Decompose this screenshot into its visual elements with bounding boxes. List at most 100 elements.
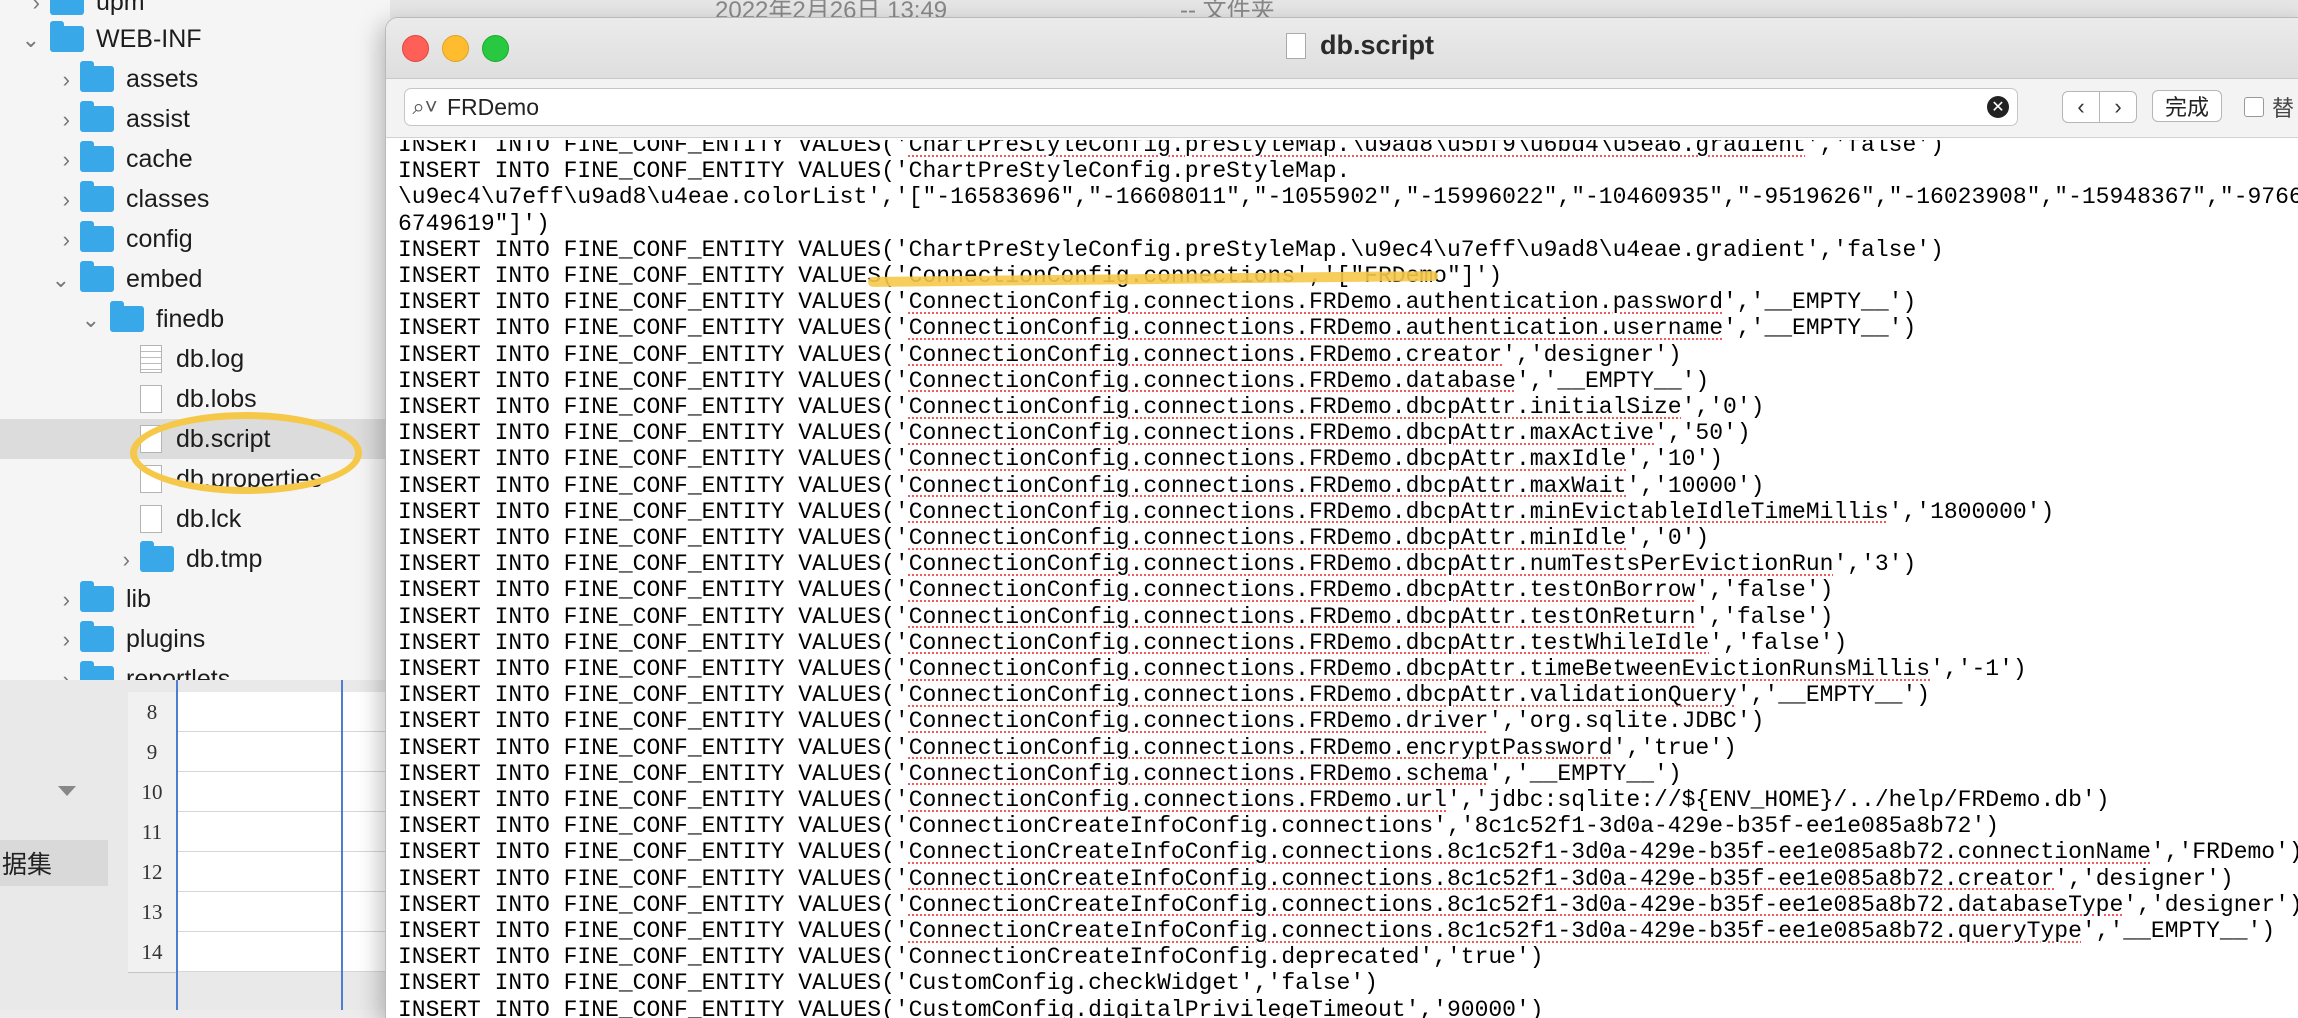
sheet-cell[interactable] (177, 812, 390, 852)
code-segment-sq: ConnectionConfig.connections.FRDemo.auth… (908, 289, 1724, 316)
code-segment-sq: ConnectionConfig.connections.FRDemo.dbcp… (908, 525, 1627, 551)
folder-icon (80, 221, 114, 252)
code-segment-sq: ChartPreStyleConfig.preStyleMap.\u9ad8\u… (908, 140, 1806, 158)
code-segment-post: ','10') (1626, 446, 1724, 473)
code-line: INSERT INTO FINE_CONF_ENTITY VALUES('Con… (398, 892, 2298, 918)
sheet-row-header[interactable]: 13 (128, 892, 177, 933)
find-next-button[interactable]: › (2099, 92, 2136, 122)
find-navigation: ‹ › (2062, 91, 2137, 123)
sheet-cell[interactable] (177, 772, 390, 812)
sheet-row-header[interactable]: 8 (128, 692, 177, 733)
disclosure-open-icon[interactable]: ⌄ (22, 27, 40, 52)
code-segment-pre: INSERT INTO FINE_CONF_ENTITY VALUES('Cus… (398, 970, 1378, 997)
sheet-row-header[interactable]: 9 (128, 732, 177, 773)
code-segment-post: ','false') (1709, 629, 1848, 656)
code-segment-sq: ConnectionConfig.connections.FRDemo.dbcp… (908, 551, 1834, 578)
finder-row-label: config (126, 224, 193, 253)
disclosure-closed-icon[interactable]: › (63, 587, 70, 612)
code-segment-pre: INSERT INTO FINE_CONF_ENTITY VALUES(' (398, 682, 909, 709)
code-segment-pre: INSERT INTO FINE_CONF_ENTITY VALUES(' (398, 787, 909, 813)
folder-icon (140, 541, 174, 572)
disclosure-closed-icon[interactable]: › (123, 547, 130, 572)
code-segment-post: ','false') (1805, 140, 1944, 158)
finder-row[interactable]: › config (0, 219, 390, 259)
code-line: INSERT INTO FINE_CONF_ENTITY VALUES('Con… (398, 604, 1833, 630)
sheet-row-header[interactable]: 11 (128, 812, 177, 853)
replace-checkbox[interactable] (2244, 97, 2264, 117)
finder-row[interactable]: db.lck (0, 499, 390, 539)
code-segment-pre: INSERT INTO FINE_CONF_ENTITY VALUES(' (398, 603, 909, 630)
zoom-window-button[interactable] (482, 35, 509, 62)
code-segment-post: ','__EMPTY__') (1516, 367, 1710, 394)
sheet-cell[interactable] (177, 732, 390, 772)
sheet-cell[interactable] (177, 692, 390, 732)
sheet-cell[interactable] (177, 852, 390, 892)
finder-row[interactable]: ⌄ finedb (0, 299, 390, 339)
finder-row[interactable]: ⌄ WEB-INF (0, 19, 390, 59)
disclosure-closed-icon[interactable]: › (63, 147, 70, 172)
find-previous-button[interactable]: ‹ (2063, 92, 2099, 122)
sheet-row-header[interactable]: 10 (128, 772, 177, 813)
code-segment-post: ','3') (1833, 551, 1917, 578)
code-segment-sq: ConnectionConfig.connections.FRDemo.dbcp… (908, 656, 1931, 682)
finder-row[interactable]: › classes (0, 179, 390, 219)
document-icon (140, 345, 162, 373)
disclosure-closed-icon[interactable]: › (63, 67, 70, 92)
finder-row-label: db.tmp (186, 544, 263, 573)
folder-icon (80, 661, 114, 680)
find-field[interactable]: ⌕˅ ✕ (404, 88, 2018, 126)
code-segment-sq: ConnectionConfig.connections.FRDemo.sche… (908, 760, 1489, 787)
code-segment-sq: ConnectionConfig.connections.FRDemo.dbcp… (908, 420, 1655, 447)
finder-row[interactable]: › plugins (0, 619, 390, 659)
code-line: INSERT INTO FINE_CONF_ENTITY VALUES('Con… (398, 525, 1709, 551)
disclosure-closed-icon[interactable]: › (63, 667, 70, 681)
finder-row[interactable]: db.log (0, 339, 390, 379)
finder-row[interactable]: › lib (0, 579, 390, 619)
highlight-ellipse-annotation (130, 412, 362, 494)
folder-icon (50, 0, 84, 15)
sheet-row-header[interactable]: 14 (128, 932, 177, 973)
code-line: INSERT INTO FINE_CONF_ENTITY VALUES('Con… (398, 577, 1833, 603)
find-input[interactable] (445, 92, 1987, 122)
code-segment-pre: 6749619"]') (398, 210, 550, 237)
disclosure-closed-icon[interactable]: › (63, 627, 70, 652)
disclosure-closed-icon[interactable]: › (63, 107, 70, 132)
finder-row-label: db.lck (176, 504, 242, 533)
code-segment-sq: ConnectionConfig.connections.FRDemo.auth… (908, 315, 1724, 342)
finder-row[interactable]: › assets (0, 59, 390, 99)
code-segment-pre: INSERT INTO FINE_CONF_ENTITY VALUES(' (398, 289, 909, 316)
code-segment-sq: ConnectionCreateInfoConfig.connections.8… (908, 865, 2055, 892)
code-segment-post: ','jdbc:sqlite://${ENV_HOME}/../help/FRD… (1446, 787, 2110, 813)
finder-row[interactable]: › db.tmp (0, 539, 390, 579)
finder-row-label: upm (96, 0, 145, 16)
finder-row-label: assets (126, 64, 199, 93)
close-window-button[interactable] (402, 35, 429, 62)
sheet-cell[interactable] (177, 932, 390, 972)
sheet-column-divider (176, 680, 178, 1010)
disclosure-closed-icon[interactable]: › (63, 227, 70, 252)
finder-row[interactable]: ⌄ embed (0, 259, 390, 299)
finder-row[interactable]: › assist (0, 99, 390, 139)
disclosure-open-icon[interactable]: ⌄ (52, 267, 70, 292)
code-line: INSERT INTO FINE_CONF_ENTITY VALUES('Cus… (398, 970, 1378, 996)
minimize-window-button[interactable] (442, 35, 469, 62)
disclosure-closed-icon[interactable]: › (63, 187, 70, 212)
done-button[interactable]: 完成 (2152, 90, 2223, 122)
disclosure-open-icon[interactable]: ⌄ (82, 307, 100, 332)
code-line: INSERT INTO FINE_CONF_ENTITY VALUES('Con… (398, 473, 1764, 499)
clear-search-icon[interactable]: ✕ (1987, 96, 2009, 118)
code-segment-pre: INSERT INTO FINE_CONF_ENTITY VALUES(' (398, 498, 909, 525)
finder-row[interactable]: › reportlets (0, 659, 390, 681)
sheet-row-header[interactable]: 12 (128, 852, 177, 893)
code-segment-pre: INSERT INTO FINE_CONF_ENTITY VALUES(' (398, 140, 909, 158)
replace-toggle[interactable]: 替 (2244, 91, 2294, 123)
code-segment-sq: ConnectionConfig.connections.FRDemo.dbcp… (908, 498, 1889, 525)
search-icon[interactable]: ⌕˅ (405, 94, 445, 120)
sheet-cell[interactable] (177, 892, 390, 932)
chevron-down-icon[interactable] (58, 786, 76, 796)
finder-row[interactable]: db.lobs (0, 379, 390, 419)
finder-row[interactable]: › cache (0, 139, 390, 179)
disclosure-closed-icon[interactable]: › (33, 0, 40, 15)
code-segment-pre: INSERT INTO FINE_CONF_ENTITY VALUES('Cha… (398, 158, 1351, 185)
sheet-side-label: 据集 (0, 840, 108, 886)
